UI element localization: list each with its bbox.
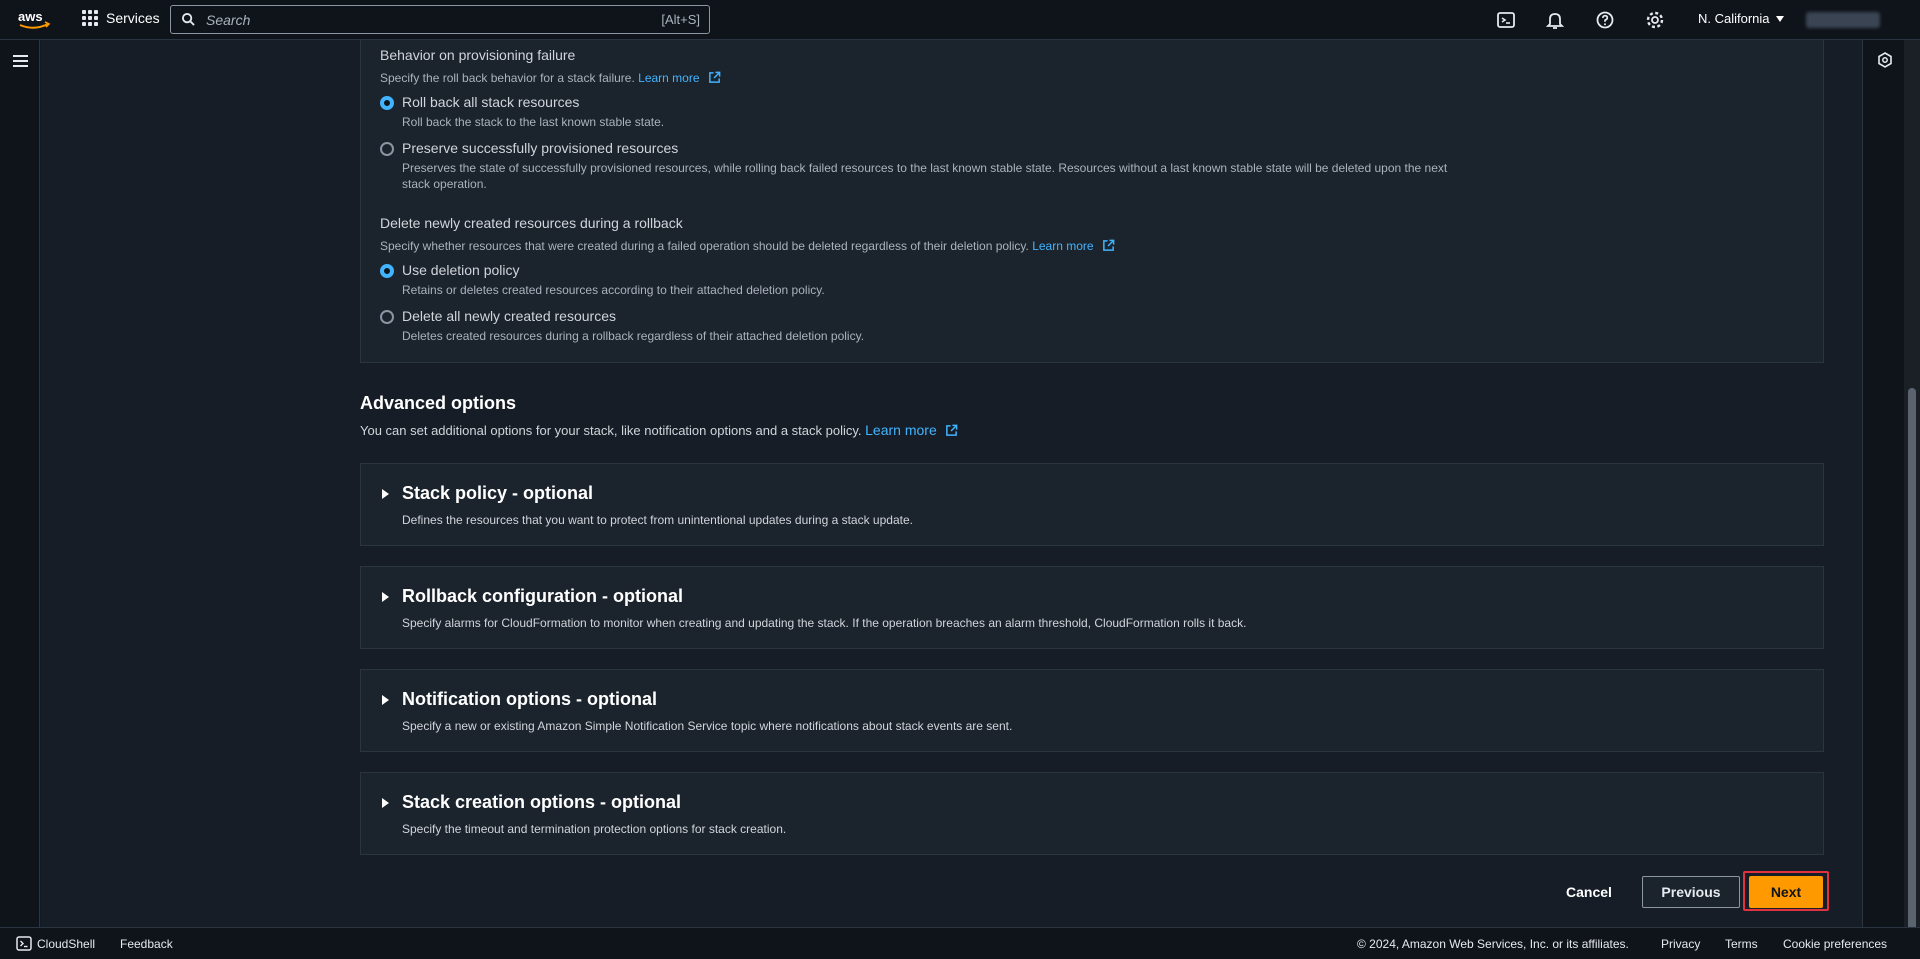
radio-delete-all-new-desc: Deletes created resources during a rollb… (402, 329, 865, 343)
caret-right-icon (382, 489, 389, 499)
left-navigation-rail (0, 40, 40, 927)
expandable-stack-policy[interactable]: Stack policy - optional Defines the reso… (360, 463, 1824, 546)
privacy-link[interactable]: Privacy (1661, 937, 1700, 951)
delete-new-resources-heading: Delete newly created resources during a … (380, 215, 683, 231)
page-scrollbar[interactable] (1904, 40, 1920, 959)
section-description: Defines the resources that you want to p… (402, 513, 913, 527)
expandable-stack-creation-options[interactable]: Stack creation options - optional Specif… (360, 772, 1824, 855)
svg-text:aws: aws (18, 9, 43, 24)
notifications-bell-icon[interactable] (1545, 10, 1565, 30)
radio-preserve-resources-label[interactable]: Preserve successfully provisioned resour… (402, 140, 678, 156)
radio-delete-all-new-label[interactable]: Delete all newly created resources (402, 308, 616, 324)
menu-toggle-icon[interactable] (13, 55, 28, 67)
radio-use-deletion-policy[interactable] (380, 264, 394, 278)
advanced-options-heading: Advanced options (360, 393, 517, 413)
aws-logo[interactable]: aws (17, 8, 51, 32)
account-menu[interactable] (1806, 12, 1880, 28)
search-shortcut-hint: [Alt+S] (661, 12, 700, 27)
caret-down-icon (1775, 15, 1784, 22)
delete-new-resources-description: Specify whether resources that were crea… (380, 239, 1115, 253)
section-title: Stack creation options - optional (402, 792, 682, 812)
external-link-icon (708, 71, 721, 83)
cancel-button[interactable]: Cancel (1550, 876, 1628, 908)
section-title: Rollback configuration - optional (402, 586, 683, 606)
section-description: Specify a new or existing Amazon Simple … (402, 719, 1013, 733)
caret-right-icon (382, 592, 389, 602)
provisioning-failure-heading: Behavior on provisioning failure (380, 47, 576, 63)
settings-gear-icon[interactable] (1645, 10, 1665, 30)
caret-right-icon (382, 798, 389, 808)
external-link-icon (1103, 239, 1115, 251)
feedback-link[interactable]: Feedback (120, 937, 173, 951)
help-icon[interactable] (1595, 10, 1615, 30)
services-label: Services (106, 10, 160, 26)
search-icon (182, 13, 195, 26)
advanced-options-description: You can set additional options for your … (360, 422, 958, 438)
top-navigation: aws Services [Alt+S] N. California (0, 0, 1920, 40)
region-selector[interactable]: N. California (1698, 11, 1784, 26)
radio-rollback-all-desc: Roll back the stack to the last known st… (402, 115, 665, 129)
previous-button[interactable]: Previous (1642, 876, 1740, 908)
radio-rollback-all-label[interactable]: Roll back all stack resources (402, 94, 579, 110)
region-label: N. California (1698, 11, 1770, 26)
services-menu-button[interactable]: Services (82, 10, 160, 26)
search-input[interactable] (206, 6, 606, 33)
cloudshell-link[interactable]: CloudShell (37, 937, 95, 951)
info-panel-icon[interactable] (1877, 52, 1893, 68)
footer: CloudShell Feedback © 2024, Amazon Web S… (0, 927, 1920, 959)
learn-more-link[interactable]: Learn more (1032, 239, 1093, 253)
right-utility-rail (1862, 40, 1904, 927)
expandable-notification-options[interactable]: Notification options - optional Specify … (360, 669, 1824, 752)
cloudshell-icon[interactable] (16, 936, 32, 951)
expandable-rollback-configuration[interactable]: Rollback configuration - optional Specif… (360, 566, 1824, 649)
section-title: Notification options - optional (402, 689, 657, 709)
cookie-preferences-link[interactable]: Cookie preferences (1783, 937, 1887, 951)
learn-more-link[interactable]: Learn more (638, 71, 699, 85)
section-title: Stack policy - optional (402, 483, 594, 503)
radio-preserve-resources-desc: Preserves the state of successfully prov… (402, 161, 1448, 191)
terms-link[interactable]: Terms (1725, 937, 1758, 951)
next-button[interactable]: Next (1749, 876, 1823, 908)
caret-right-icon (382, 695, 389, 705)
external-link-icon (946, 424, 958, 436)
section-description: Specify the timeout and termination prot… (402, 822, 787, 836)
grid-icon (82, 10, 98, 26)
radio-use-deletion-policy-label[interactable]: Use deletion policy (402, 262, 520, 278)
radio-rollback-all[interactable] (380, 96, 394, 110)
copyright-text: © 2024, Amazon Web Services, Inc. or its… (1357, 937, 1629, 951)
section-description: Specify alarms for CloudFormation to mon… (402, 616, 1247, 630)
learn-more-link[interactable]: Learn more (865, 422, 937, 438)
cloudshell-icon[interactable] (1496, 10, 1516, 30)
scrollbar-thumb[interactable] (1908, 388, 1916, 959)
radio-preserve-resources[interactable] (380, 142, 394, 156)
radio-use-deletion-policy-desc: Retains or deletes created resources acc… (402, 283, 825, 297)
radio-delete-all-new[interactable] (380, 310, 394, 324)
provisioning-failure-description: Specify the roll back behavior for a sta… (380, 71, 721, 85)
search-box: [Alt+S] (170, 5, 710, 34)
